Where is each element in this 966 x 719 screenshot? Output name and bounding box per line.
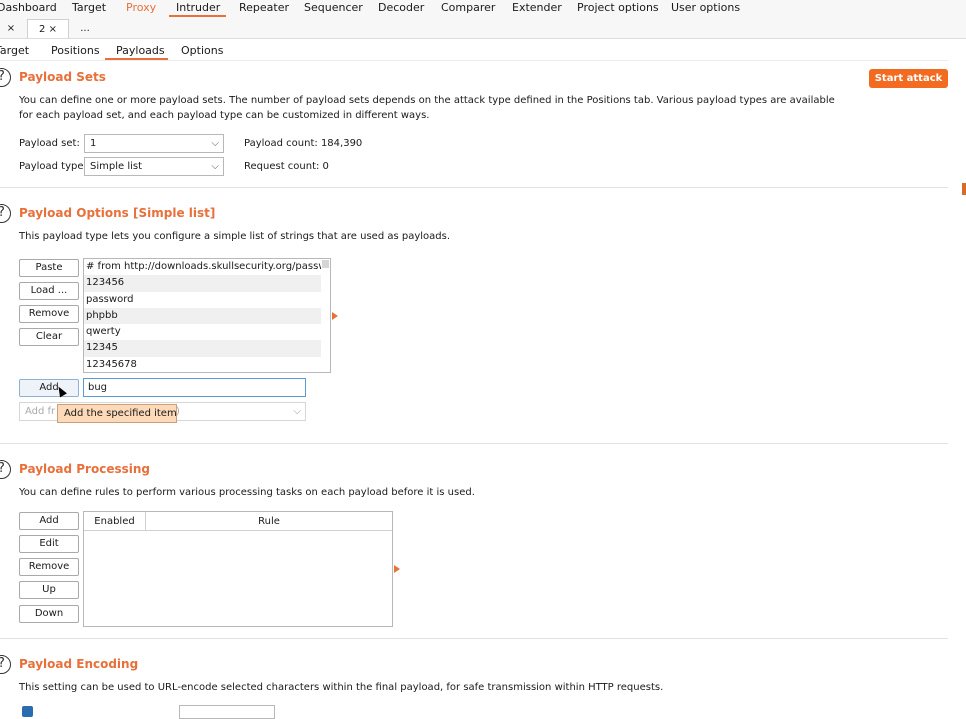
payload-processing-description: You can define rules to perform various … bbox=[19, 487, 475, 498]
add-rule-button[interactable]: Add bbox=[19, 512, 79, 530]
divider bbox=[0, 187, 948, 188]
chevron-down-icon: ⌵ bbox=[211, 161, 219, 172]
list-scrollbar[interactable] bbox=[321, 259, 330, 372]
tab-user-options[interactable]: User options bbox=[671, 1, 740, 14]
remove-button[interactable]: Remove bbox=[19, 305, 79, 323]
list-item[interactable]: 123456 bbox=[84, 275, 322, 292]
tab-repeater[interactable]: Repeater bbox=[239, 1, 289, 14]
clear-button[interactable]: Clear bbox=[19, 328, 79, 346]
list-item[interactable]: password bbox=[84, 292, 322, 308]
divider bbox=[0, 638, 948, 639]
expand-arrow-icon[interactable] bbox=[394, 565, 400, 573]
payload-list[interactable]: # from http://downloads.skullsecurity.or… bbox=[83, 258, 331, 373]
tooltip: Add the specified item bbox=[57, 404, 177, 423]
add-item-input[interactable]: bug bbox=[83, 378, 306, 397]
section-title-payload-options: Payload Options [Simple list] bbox=[19, 206, 216, 220]
paste-button[interactable]: Paste bbox=[19, 259, 79, 277]
tab-project-options[interactable]: Project options bbox=[577, 1, 659, 14]
payload-encoding-description: This setting can be used to URL-encode s… bbox=[19, 682, 664, 693]
list-item[interactable]: 12345678 bbox=[84, 357, 322, 372]
payload-sets-description: You can define one or more payload sets.… bbox=[19, 95, 835, 121]
help-icon[interactable]: ? bbox=[0, 204, 11, 223]
section-title-payload-encoding: Payload Encoding bbox=[19, 657, 139, 671]
attack-tab-1-close[interactable]: × bbox=[0, 19, 22, 38]
tool-tab-bar: Dashboard Target Proxy Intruder Repeater… bbox=[0, 0, 966, 17]
tab-decoder[interactable]: Decoder bbox=[378, 1, 424, 14]
subtab-positions[interactable]: Positions bbox=[51, 44, 100, 57]
payload-type-label: Payload type: bbox=[19, 161, 87, 172]
payload-set-label: Payload set: bbox=[19, 138, 80, 149]
tab-dashboard[interactable]: Dashboard bbox=[0, 1, 57, 14]
column-header-rule[interactable]: Rule bbox=[146, 512, 392, 531]
start-attack-button[interactable]: Start attack bbox=[869, 69, 948, 88]
request-count: Request count: 0 bbox=[244, 161, 329, 172]
add-from-list-label: Add fr bbox=[25, 406, 56, 417]
rules-table[interactable]: Enabled Rule bbox=[83, 511, 393, 627]
section-title-payload-sets: Payload Sets bbox=[19, 70, 106, 84]
payload-set-value: 1 bbox=[90, 138, 97, 149]
list-item[interactable]: qwerty bbox=[84, 324, 322, 340]
payload-type-select[interactable]: Simple list ⌵ bbox=[84, 157, 224, 176]
scrollbar-thumb[interactable] bbox=[322, 260, 329, 268]
attack-tab-bar: × 2 × ... bbox=[0, 17, 966, 39]
divider bbox=[0, 443, 948, 444]
chevron-down-icon: ⌵ bbox=[211, 138, 219, 149]
list-item[interactable]: phpbb bbox=[84, 307, 322, 325]
tab-comparer[interactable]: Comparer bbox=[441, 1, 495, 14]
load-button[interactable]: Load ... bbox=[19, 282, 79, 300]
payload-set-select[interactable]: 1 ⌵ bbox=[84, 134, 224, 153]
tab-target[interactable]: Target bbox=[72, 1, 106, 14]
tab-sequencer[interactable]: Sequencer bbox=[304, 1, 363, 14]
chevron-down-icon: ⌵ bbox=[293, 406, 301, 417]
edit-rule-button[interactable]: Edit bbox=[19, 535, 79, 553]
list-item[interactable]: # from http://downloads.skullsecurity.or… bbox=[84, 259, 322, 275]
expand-arrow-icon[interactable] bbox=[332, 312, 338, 320]
add-item-button[interactable]: Add bbox=[19, 379, 79, 397]
tab-proxy[interactable]: Proxy bbox=[126, 1, 156, 14]
tab-extender[interactable]: Extender bbox=[512, 1, 562, 14]
scrollbar-edge-marker bbox=[962, 183, 966, 195]
tab-intruder[interactable]: Intruder bbox=[176, 1, 220, 14]
list-item[interactable]: 12345 bbox=[84, 340, 322, 357]
payload-count: Payload count: 184,390 bbox=[244, 138, 363, 149]
help-icon[interactable]: ? bbox=[0, 655, 11, 674]
payload-options-description: This payload type lets you configure a s… bbox=[19, 231, 451, 242]
remove-rule-button[interactable]: Remove bbox=[19, 558, 79, 576]
help-icon[interactable]: ? bbox=[0, 460, 11, 479]
url-encode-checkbox[interactable] bbox=[22, 706, 33, 717]
subtab-options[interactable]: Options bbox=[181, 44, 223, 57]
divider bbox=[0, 60, 948, 61]
subtab-target[interactable]: Target bbox=[0, 44, 29, 57]
payload-type-value: Simple list bbox=[90, 161, 143, 172]
section-title-payload-processing: Payload Processing bbox=[19, 462, 150, 476]
encode-chars-field[interactable] bbox=[179, 705, 275, 719]
move-down-button[interactable]: Down bbox=[19, 605, 79, 623]
help-icon[interactable]: ? bbox=[0, 68, 11, 87]
attack-tab-2[interactable]: 2 × bbox=[27, 19, 69, 38]
subtab-payloads[interactable]: Payloads bbox=[116, 44, 165, 57]
column-header-enabled[interactable]: Enabled bbox=[84, 512, 146, 531]
move-up-button[interactable]: Up bbox=[19, 581, 79, 599]
attack-tab-new[interactable]: ... bbox=[72, 19, 98, 38]
